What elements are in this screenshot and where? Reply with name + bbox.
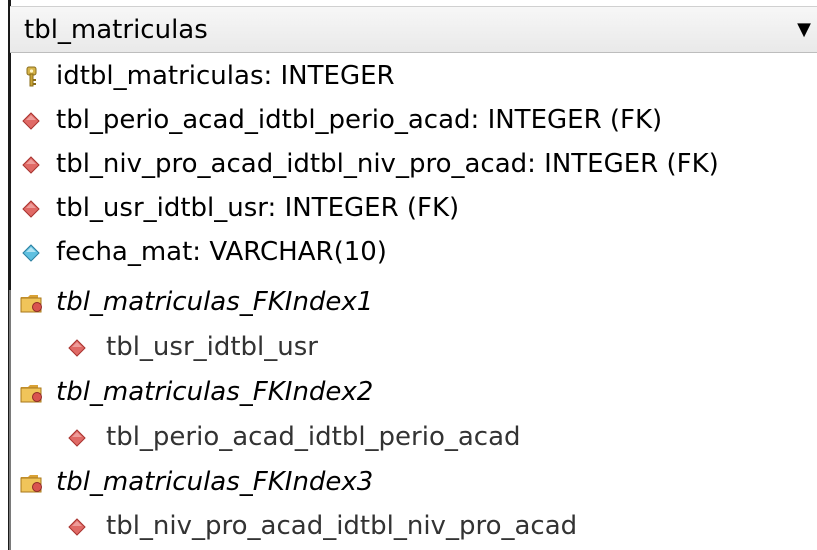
column-label: tbl_niv_pro_acad_idtbl_niv_pro_acad: INT… xyxy=(56,149,719,179)
foreign-key-diamond-icon xyxy=(20,197,42,219)
index-folder-icon xyxy=(20,471,42,493)
entity-table-tbl-matriculas[interactable]: tbl_matriculas ▼ idtbl_matriculas: INTEG… xyxy=(0,0,817,550)
column-label: idtbl_matriculas: INTEGER xyxy=(56,61,395,91)
index-folder-icon xyxy=(20,291,42,313)
foreign-key-diamond-icon xyxy=(20,153,42,175)
index-name: tbl_matriculas_FKIndex2 xyxy=(56,377,374,407)
column-row[interactable]: tbl_usr_idtbl_usr: INTEGER (FK) xyxy=(20,186,459,230)
column-label: tbl_perio_acad_idtbl_perio_acad: INTEGER… xyxy=(56,105,663,135)
index-column-label: tbl_niv_pro_acad_idtbl_niv_pro_acad xyxy=(106,511,578,541)
column-label: fecha_mat: VARCHAR(10) xyxy=(56,237,387,267)
index-row[interactable]: tbl_matriculas_FKIndex1 xyxy=(20,280,373,324)
foreign-key-diamond-icon xyxy=(20,109,42,131)
table-name: tbl_matriculas xyxy=(24,15,208,45)
column-row[interactable]: idtbl_matriculas: INTEGER xyxy=(20,54,395,98)
index-row[interactable]: tbl_matriculas_FKIndex3 xyxy=(20,460,373,504)
index-column-row[interactable]: tbl_niv_pro_acad_idtbl_niv_pro_acad xyxy=(66,504,577,548)
index-column-label: tbl_usr_idtbl_usr xyxy=(106,332,318,362)
attribute-diamond-icon xyxy=(20,241,42,263)
foreign-key-diamond-icon xyxy=(66,336,88,358)
foreign-key-diamond-icon xyxy=(66,426,88,448)
index-name: tbl_matriculas_FKIndex3 xyxy=(56,467,374,497)
index-section-border xyxy=(9,290,11,550)
index-column-row[interactable]: tbl_usr_idtbl_usr xyxy=(66,325,318,369)
collapse-caret-icon[interactable]: ▼ xyxy=(797,19,811,40)
column-row[interactable]: tbl_niv_pro_acad_idtbl_niv_pro_acad: INT… xyxy=(20,142,719,186)
column-label: tbl_usr_idtbl_usr: INTEGER (FK) xyxy=(56,193,460,223)
index-column-row[interactable]: tbl_perio_acad_idtbl_perio_acad xyxy=(66,415,521,459)
column-row[interactable]: tbl_perio_acad_idtbl_perio_acad: INTEGER… xyxy=(20,98,662,142)
index-folder-icon xyxy=(20,381,42,403)
index-name: tbl_matriculas_FKIndex1 xyxy=(56,287,374,317)
index-column-label: tbl_perio_acad_idtbl_perio_acad xyxy=(106,422,521,452)
index-row[interactable]: tbl_matriculas_FKIndex2 xyxy=(20,370,373,414)
column-row[interactable]: fecha_mat: VARCHAR(10) xyxy=(20,230,387,274)
key-icon xyxy=(20,65,42,87)
table-header[interactable]: tbl_matriculas ▼ xyxy=(10,6,817,53)
foreign-key-diamond-icon xyxy=(66,515,88,537)
